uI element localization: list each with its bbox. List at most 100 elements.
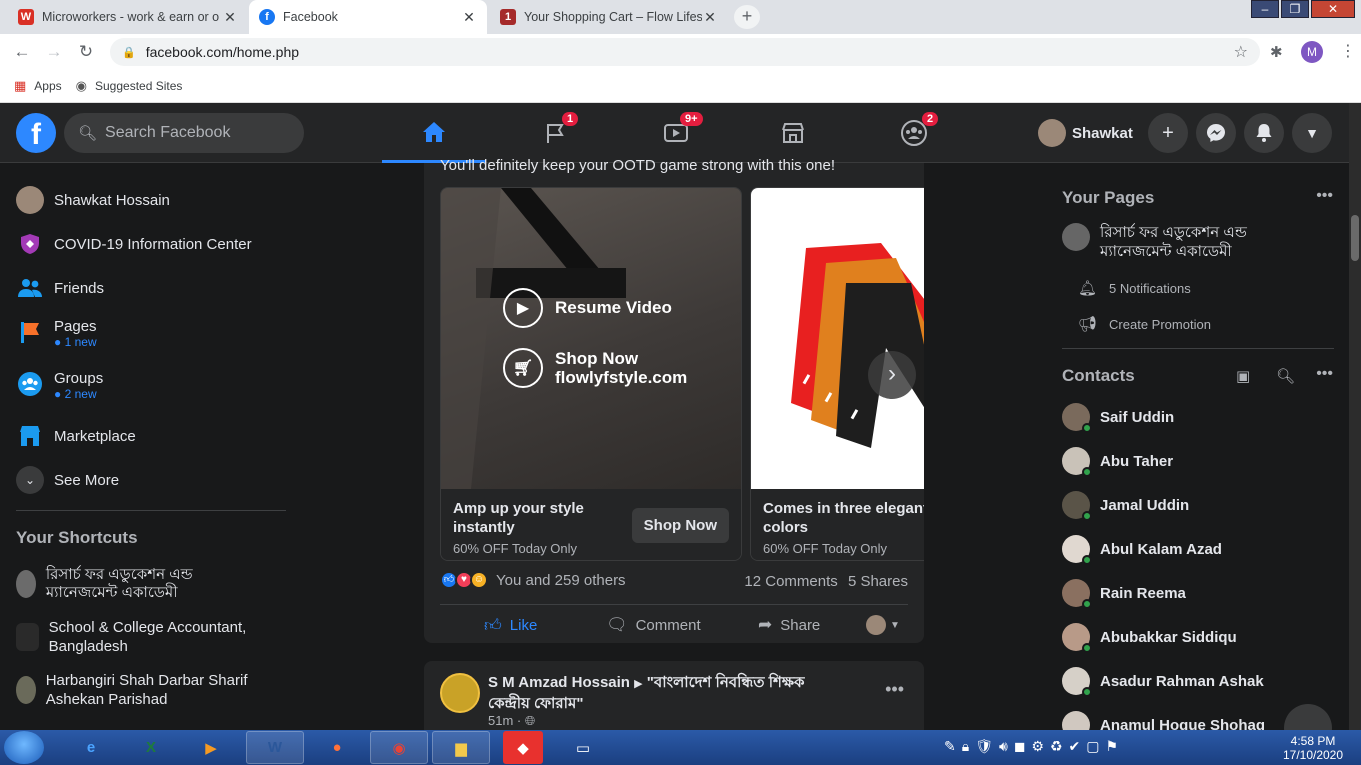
sidebar-item-covid[interactable]: COVID-19 Information Center (16, 230, 252, 258)
bell-icon (1256, 124, 1272, 142)
nav-groups[interactable]: 2 (862, 103, 966, 163)
video-thumbnail[interactable]: ▶ Resume Video 🛒︎ Shop Now flowlyfstyle.… (441, 188, 741, 489)
tab-shopping-cart[interactable]: 1 Your Shopping Cart – Flow Lifest ✕ (490, 0, 728, 34)
taskbar-media-player-icon[interactable]: ▶ (182, 731, 240, 764)
close-tab-icon[interactable]: ✕ (461, 9, 477, 26)
resume-video-button[interactable]: ▶ Resume Video (503, 288, 672, 328)
post-time[interactable]: 51m · 🌐︎ (488, 713, 535, 729)
tray-monitor-icon[interactable]: ▢ (1086, 738, 1099, 755)
sidebar-item-pages[interactable]: Pages ● 1 new (16, 318, 97, 349)
tab-microworkers[interactable]: W Microworkers - work & earn or o ✕ (8, 0, 248, 34)
page-item[interactable]: রিসার্চ ফর এডুকেশন এন্ড ম্যানেজমেন্ট একা… (1062, 223, 1292, 261)
close-tab-icon[interactable]: ✕ (222, 9, 238, 26)
close-tab-icon[interactable]: ✕ (702, 9, 718, 26)
shortcut-item[interactable]: School & College Accountant, Bangladesh (16, 618, 276, 656)
like-button[interactable]: 👍︎ Like (484, 615, 537, 636)
tray-pen-icon[interactable]: ✎ (944, 738, 956, 755)
sidebar-item-profile[interactable]: Shawkat Hossain (16, 186, 170, 214)
comments-count[interactable]: 12 Comments (744, 573, 837, 590)
back-arrow-icon[interactable]: ← (6, 42, 38, 62)
carousel-card-video[interactable]: ▶ Resume Video 🛒︎ Shop Now flowlyfstyle.… (440, 187, 742, 561)
shares-count[interactable]: 5 Shares (848, 573, 908, 590)
tray-network-icon[interactable]: ⚙ (1031, 738, 1044, 755)
page-scrollbar[interactable] (1349, 103, 1361, 730)
scrollbar-thumb[interactable] (1351, 215, 1359, 261)
close-window-button[interactable]: ✕ (1311, 0, 1355, 18)
taskbar-clock[interactable]: 4:58 PM 17/10/2020 (1282, 734, 1344, 762)
search-input[interactable]: 🔍︎ Search Facebook (64, 113, 304, 153)
share-button[interactable]: ➦ Share (758, 615, 820, 635)
notifications-button[interactable] (1244, 113, 1284, 153)
messenger-button[interactable] (1196, 113, 1236, 153)
facebook-logo-icon[interactable]: f (16, 113, 56, 153)
taskbar-folder-icon[interactable]: ▆ (432, 731, 490, 764)
taskbar-file-icon[interactable]: ▭ (554, 731, 612, 764)
contact-item[interactable]: Saif Uddin (1062, 403, 1174, 433)
video-call-icon[interactable]: ▣ (1236, 367, 1250, 385)
tray-shield-icon[interactable]: ✔ (1069, 738, 1081, 755)
globe-icon: ◉ (75, 78, 87, 93)
post-options-icon[interactable]: ••• (885, 679, 904, 700)
sidebar-item-groups[interactable]: Groups ● 2 new (16, 370, 103, 401)
contact-item[interactable]: Rain Reema (1062, 579, 1186, 609)
care-reaction-icon: ☺ (470, 571, 488, 589)
tab-facebook[interactable]: f Facebook ✕ (249, 0, 487, 34)
tray-flag-icon[interactable]: ⚑ (1106, 738, 1119, 755)
contact-item[interactable]: Abu Taher (1062, 447, 1173, 477)
page-notifications[interactable]: 🔔︎ 5 Notifications (1078, 279, 1191, 297)
tray-app-icon[interactable]: ◼ (1014, 738, 1026, 755)
create-button[interactable]: + (1148, 113, 1188, 153)
overlay-shop-now[interactable]: 🛒︎ Shop Now flowlyfstyle.com (503, 348, 687, 388)
taskbar-chrome-icon[interactable]: ◉ (370, 731, 428, 764)
tray-volume-icon[interactable]: 🔊︎ (999, 738, 1008, 755)
nav-marketplace[interactable] (741, 103, 845, 163)
browser-profile-avatar[interactable]: M (1301, 41, 1323, 63)
taskbar-word-icon[interactable]: W (246, 731, 304, 764)
url-field[interactable]: 🔒 facebook.com/home.php ☆ (110, 38, 1260, 66)
browser-menu-icon[interactable]: ⋮ (1340, 41, 1356, 61)
contact-item[interactable]: Abubakkar Siddiqu (1062, 623, 1237, 653)
account-menu-button[interactable]: ▼ (1292, 113, 1332, 153)
contacts-options-icon[interactable]: ••• (1316, 365, 1333, 383)
bookmark-star-icon[interactable]: ☆ (1234, 42, 1248, 62)
contact-item[interactable]: Abul Kalam Azad (1062, 535, 1222, 565)
contact-item[interactable]: Asadur Rahman Ashak (1062, 667, 1264, 697)
sidebar-see-more[interactable]: ⌄ See More (16, 466, 119, 494)
create-promotion[interactable]: 📢︎ Create Promotion (1078, 315, 1211, 333)
bookmark-apps[interactable]: ▦ Apps (14, 78, 62, 94)
reload-icon[interactable]: ↻ (70, 42, 102, 62)
author-avatar[interactable] (440, 673, 480, 713)
contact-item[interactable]: Anamul Hoque Shohag (1062, 711, 1265, 730)
carousel-next-button[interactable]: › (868, 351, 916, 399)
bookmark-suggested-sites[interactable]: ◉ Suggested Sites (76, 78, 183, 94)
taskbar-anydesk-icon[interactable]: ◆ (503, 731, 543, 764)
shortcut-item[interactable]: Harbangiri Shah Darbar Sharif Ashekan Pa… (16, 671, 276, 709)
reaction-summary[interactable]: 👍︎ ♥ ☺ You and 259 others (440, 571, 626, 589)
tray-lock-icon[interactable]: 🔒︎ (962, 738, 969, 755)
start-button[interactable] (4, 731, 44, 764)
author-name[interactable]: S M Amzad Hossain (488, 674, 630, 691)
react-as-selector[interactable]: ▼ (866, 615, 900, 635)
tray-security-icon[interactable]: 🛡︎ (975, 738, 993, 755)
sidebar-item-friends[interactable]: Friends (16, 274, 104, 302)
nav-pages[interactable]: 1 (504, 103, 608, 163)
taskbar-excel-icon[interactable]: X (122, 731, 180, 764)
nav-watch[interactable]: 9+ (624, 103, 728, 163)
minimize-button[interactable]: – (1251, 0, 1279, 18)
new-tab-button[interactable]: + (734, 5, 760, 29)
search-contacts-icon[interactable]: 🔍︎ (1276, 367, 1295, 385)
comment-button[interactable]: 🗨︎ Comment (606, 615, 701, 635)
taskbar-internet-explorer-icon[interactable]: e (62, 731, 120, 764)
shop-now-button[interactable]: Shop Now (631, 508, 729, 543)
profile-link[interactable]: Shawkat (1038, 119, 1133, 147)
pages-options-icon[interactable]: ••• (1316, 187, 1333, 205)
nav-home[interactable] (382, 103, 486, 163)
forward-arrow-icon[interactable]: → (38, 42, 70, 62)
shortcut-item[interactable]: রিসার্চ ফর এডুকেশন এন্ড ম্যানেজমেন্ট একা… (16, 566, 246, 602)
tray-update-icon[interactable]: ♻ (1050, 738, 1063, 755)
taskbar-firefox-icon[interactable]: ● (308, 731, 366, 764)
extensions-puzzle-icon[interactable]: ✱ (1270, 43, 1283, 61)
maximize-button[interactable]: ❐ (1281, 0, 1309, 18)
sidebar-item-marketplace[interactable]: Marketplace (16, 422, 136, 450)
contact-item[interactable]: Jamal Uddin (1062, 491, 1189, 521)
